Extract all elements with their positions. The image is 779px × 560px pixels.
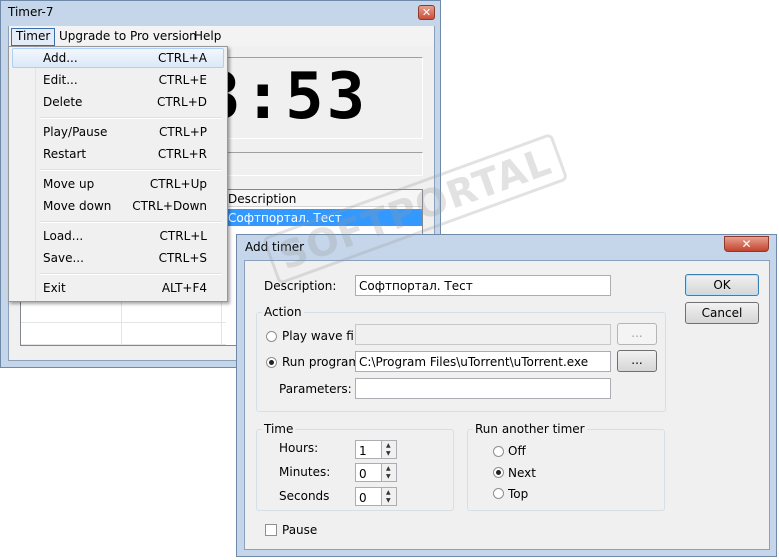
minutes-label: Minutes:: [279, 465, 331, 479]
menu-separator: [40, 221, 222, 223]
menu-item-shortcut: CTRL+L: [159, 229, 207, 243]
close-icon[interactable]: ✕: [724, 236, 769, 252]
minutes-field[interactable]: 0: [355, 463, 382, 482]
spin-down-icon[interactable]: ▼: [386, 498, 391, 504]
menu-item-move-down[interactable]: Move down CTRL+Down: [12, 196, 224, 216]
menu-item-label: Delete: [43, 95, 83, 109]
seconds-field[interactable]: 0: [355, 487, 382, 506]
status-box: [226, 152, 423, 176]
hours-label: Hours:: [279, 441, 319, 455]
menu-item-shortcut: CTRL+R: [157, 147, 207, 161]
menu-item-load[interactable]: Load... CTRL+L: [12, 226, 224, 246]
parameters-field[interactable]: [355, 378, 611, 399]
menu-item-shortcut: CTRL+P: [158, 125, 207, 139]
wave-file-field[interactable]: [355, 324, 611, 345]
run-another-top-label: Top: [508, 487, 529, 501]
run-another-next-label: Next: [508, 466, 536, 480]
program-path-field[interactable]: C:\Program Files\uTorrent\uTorrent.exe: [355, 351, 611, 372]
menu-item-label: Add...: [43, 51, 78, 65]
spin-up-icon[interactable]: ▲: [386, 443, 391, 449]
window-title: Timer-7: [8, 5, 54, 19]
browse-program-button[interactable]: ...: [617, 350, 657, 372]
menu-item-shortcut: CTRL+S: [158, 251, 207, 265]
column-header-description[interactable]: Description: [228, 192, 296, 206]
menu-separator: [40, 169, 222, 171]
play-wave-radio[interactable]: [266, 331, 277, 342]
menu-item-shortcut: CTRL+Up: [149, 177, 207, 191]
browse-wave-button[interactable]: ...: [617, 323, 657, 345]
pause-checkbox[interactable]: [265, 524, 277, 536]
menu-item-label: Play/Pause: [43, 125, 108, 139]
hours-spin-buttons[interactable]: ▲ ▼: [381, 440, 397, 459]
hours-stepper[interactable]: 1 ▲ ▼: [355, 440, 397, 459]
menu-separator: [40, 273, 222, 275]
ok-button[interactable]: OK: [685, 274, 759, 296]
seconds-label: Seconds: [279, 489, 330, 503]
menu-item-play-pause[interactable]: Play/Pause CTRL+P: [12, 122, 224, 142]
menu-item-label: Move up: [43, 177, 95, 191]
spin-up-icon[interactable]: ▲: [386, 466, 391, 472]
menu-item-save[interactable]: Save... CTRL+S: [12, 248, 224, 268]
menu-separator: [40, 117, 222, 119]
spin-down-icon[interactable]: ▼: [386, 474, 391, 480]
menu-help[interactable]: Help: [190, 28, 225, 44]
menu-item-shortcut: CTRL+E: [158, 73, 207, 87]
menu-item-label: Exit: [43, 281, 66, 295]
clock-panel: 3:53: [226, 57, 423, 139]
menu-timer[interactable]: Timer: [11, 28, 56, 46]
run-another-off-label: Off: [508, 444, 526, 458]
menu-item-label: Save...: [43, 251, 84, 265]
menu-item-move-up[interactable]: Move up CTRL+Up: [12, 174, 224, 194]
run-program-radio[interactable]: [266, 357, 277, 368]
menu-item-shortcut: CTRL+Down: [132, 199, 207, 213]
menu-item-label: Load...: [43, 229, 84, 243]
parameters-label: Parameters:: [279, 382, 352, 396]
spin-up-icon[interactable]: ▲: [386, 490, 391, 496]
menu-item-delete[interactable]: Delete CTRL+D: [12, 92, 224, 112]
minutes-spin-buttons[interactable]: ▲ ▼: [381, 463, 397, 482]
menu-item-restart[interactable]: Restart CTRL+R: [12, 144, 224, 164]
run-another-top-radio[interactable]: [493, 488, 504, 499]
seconds-stepper[interactable]: 0 ▲ ▼: [355, 487, 397, 506]
clock-display: 3:53: [227, 60, 369, 134]
menu-item-label: Edit...: [43, 73, 78, 87]
spin-down-icon[interactable]: ▼: [386, 451, 391, 457]
cancel-button[interactable]: Cancel: [685, 302, 759, 324]
run-another-next-radio[interactable]: [493, 467, 504, 478]
menu-item-exit[interactable]: Exit ALT+F4: [12, 278, 224, 298]
action-group-title: Action: [262, 305, 304, 319]
menu-item-label: Move down: [43, 199, 112, 213]
run-program-label: Run program:: [282, 355, 365, 369]
menu-item-shortcut: CTRL+A: [158, 51, 207, 65]
menu-item-shortcut: CTRL+D: [156, 95, 207, 109]
description-label: Description:: [264, 279, 337, 293]
run-another-off-radio[interactable]: [493, 446, 504, 457]
menu-item-label: Restart: [43, 147, 87, 161]
seconds-spin-buttons[interactable]: ▲ ▼: [381, 487, 397, 506]
menu-item-edit[interactable]: Edit... CTRL+E: [12, 70, 224, 90]
grid-line: [21, 322, 226, 323]
hours-field[interactable]: 1: [355, 440, 382, 459]
menu-item-shortcut: ALT+F4: [161, 281, 207, 295]
menu-item-add[interactable]: Add... CTRL+A: [12, 48, 224, 68]
close-icon[interactable]: ✕: [418, 5, 435, 20]
minutes-stepper[interactable]: 0 ▲ ▼: [355, 463, 397, 482]
description-field[interactable]: Софтпортал. Тест: [355, 275, 611, 296]
grid-line: [21, 344, 226, 345]
pause-label: Pause: [282, 523, 318, 537]
menu-upgrade[interactable]: Upgrade to Pro version: [55, 28, 201, 44]
time-group-title: Time: [262, 422, 296, 436]
run-another-group-title: Run another timer: [473, 422, 587, 436]
